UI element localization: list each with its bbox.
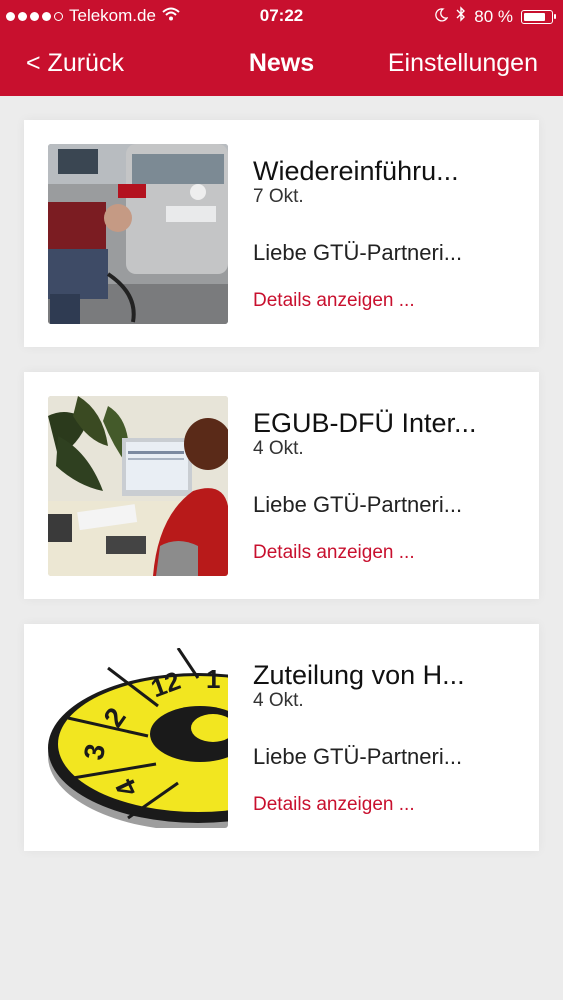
bluetooth-icon bbox=[456, 6, 466, 27]
news-snippet: Liebe GTÜ-Partneri... bbox=[253, 744, 463, 769]
news-thumbnail bbox=[48, 396, 228, 576]
news-thumbnail bbox=[48, 144, 228, 324]
person-at-computer-photo bbox=[48, 396, 228, 576]
status-bar: Telekom.de 07:22 80 % bbox=[0, 0, 563, 32]
battery-percent: 80 % bbox=[474, 6, 513, 26]
moon-icon bbox=[434, 7, 449, 27]
news-thumbnail: 12 1 2 3 4 bbox=[48, 648, 228, 828]
news-card[interactable]: 12 1 2 3 4 Zuteilung von H... 4 Okt. Lie… bbox=[24, 624, 539, 851]
news-title: Zuteilung von H... bbox=[253, 660, 465, 690]
details-link[interactable]: Details anzeigen ... bbox=[253, 290, 415, 312]
news-date: 7 Okt. bbox=[253, 186, 304, 207]
header: Telekom.de 07:22 80 % < Zurück News Eins… bbox=[0, 0, 563, 96]
status-right: 80 % bbox=[434, 6, 556, 27]
news-title: EGUB-DFÜ Inter... bbox=[253, 408, 477, 438]
news-card[interactable]: EGUB-DFÜ Inter... 4 Okt. Liebe GTÜ-Partn… bbox=[24, 372, 539, 599]
details-link[interactable]: Details anzeigen ... bbox=[253, 794, 415, 816]
settings-button[interactable]: Einstellungen bbox=[388, 49, 538, 78]
news-list: Wiedereinführu... 7 Okt. Liebe GTÜ-Partn… bbox=[24, 120, 539, 876]
navigation-bar: < Zurück News Einstellungen bbox=[0, 32, 563, 96]
news-date: 4 Okt. bbox=[253, 438, 304, 459]
sticker-number: 1 bbox=[206, 664, 220, 694]
details-link[interactable]: Details anzeigen ... bbox=[253, 542, 415, 564]
news-date: 4 Okt. bbox=[253, 690, 304, 711]
mechanic-exhaust-photo bbox=[48, 144, 228, 324]
battery-icon bbox=[521, 9, 556, 24]
news-card[interactable]: Wiedereinführu... 7 Okt. Liebe GTÜ-Partn… bbox=[24, 120, 539, 347]
news-snippet: Liebe GTÜ-Partneri... bbox=[253, 240, 463, 265]
news-title: Wiedereinführu... bbox=[253, 156, 459, 186]
news-snippet: Liebe GTÜ-Partneri... bbox=[253, 492, 463, 517]
inspection-sticker-icon: 12 1 2 3 4 bbox=[48, 648, 228, 828]
